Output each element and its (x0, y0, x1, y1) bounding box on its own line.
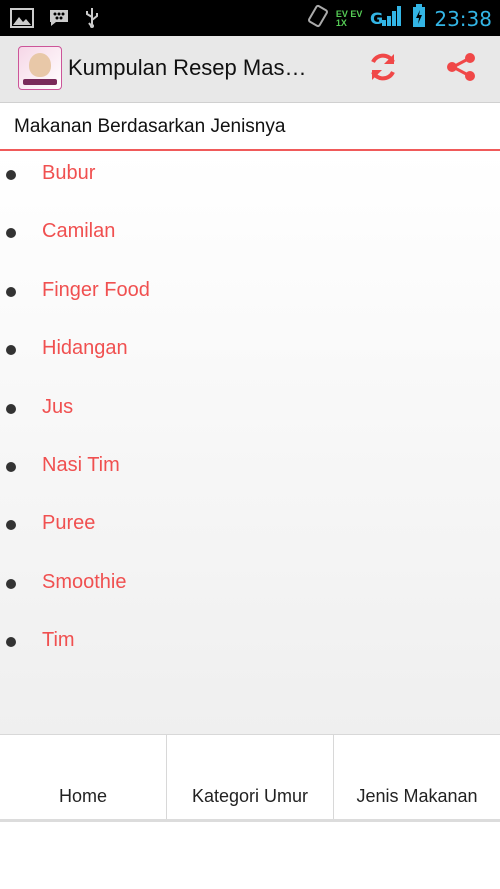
bbm-notification-icon (48, 8, 70, 33)
bullet-icon (6, 287, 16, 297)
bullet-icon (6, 345, 16, 355)
bullet-icon (6, 520, 16, 530)
list-item-label: Jus (42, 396, 74, 418)
bullet-icon (6, 404, 16, 414)
list-item-smoothie[interactable]: Smoothie (0, 560, 500, 610)
app-logo-icon[interactable] (18, 46, 62, 90)
svg-text:G: G (370, 9, 383, 28)
list-item-label: Smoothie (42, 571, 127, 593)
status-bar: EV EV 1X G 23:38 (0, 0, 500, 36)
network-type-indicator: EV EV 1X (335, 8, 363, 28)
app-title: Kumpulan Resep Mas… (68, 55, 307, 80)
food-type-list: Bubur Camilan Finger Food Hidangan Jus N… (0, 151, 500, 734)
list-item-finger-food[interactable]: Finger Food (0, 268, 500, 318)
bullet-icon (6, 170, 16, 180)
list-item-label: Tim (42, 629, 75, 651)
no-rotation-icon (307, 4, 328, 33)
clock: 23:38 (434, 6, 492, 31)
image-notification-icon (10, 8, 34, 33)
tab-label: Kategori Umur (191, 786, 309, 806)
battery-charging-icon (412, 4, 426, 33)
share-icon (444, 50, 478, 89)
list-item-hidangan[interactable]: Hidangan (0, 326, 500, 376)
list-item-label: Puree (42, 512, 96, 534)
list-item-bubur[interactable]: Bubur (0, 151, 500, 201)
bullet-icon (6, 462, 16, 472)
bullet-icon (6, 579, 16, 589)
bullet-icon (6, 228, 16, 238)
list-item-label: Finger Food (42, 279, 150, 301)
list-item-label: Hidangan (42, 337, 128, 359)
signal-strength-icon: G (370, 4, 404, 33)
tab-label: Home (58, 786, 107, 806)
tab-label: Jenis Makanan (356, 786, 478, 806)
tab-home[interactable]: Home (0, 735, 167, 819)
section-header: Makanan Berdasarkan Jenisnya (0, 103, 500, 151)
refresh-icon (366, 50, 400, 89)
refresh-button[interactable] (364, 50, 402, 88)
list-item-label: Bubur (42, 162, 96, 184)
tab-jenis-makanan[interactable]: Jenis Makanan (334, 735, 500, 819)
list-item-jus[interactable]: Jus (0, 385, 500, 435)
list-item-nasi-tim[interactable]: Nasi Tim (0, 443, 500, 493)
list-item-tim[interactable]: Tim (0, 618, 500, 668)
usb-icon (84, 7, 100, 34)
bottom-navigation: Home Kategori Umur Jenis Makanan (0, 734, 500, 822)
section-title: Makanan Berdasarkan Jenisnya (14, 116, 286, 137)
list-item-label: Camilan (42, 220, 116, 242)
list-item-label: Nasi Tim (42, 454, 120, 476)
list-item-camilan[interactable]: Camilan (0, 209, 500, 259)
bullet-icon (6, 637, 16, 647)
list-item-puree[interactable]: Puree (0, 501, 500, 551)
action-bar: Kumpulan Resep Mas… (0, 36, 500, 103)
tab-kategori-umur[interactable]: Kategori Umur (167, 735, 334, 819)
share-button[interactable] (442, 50, 480, 88)
